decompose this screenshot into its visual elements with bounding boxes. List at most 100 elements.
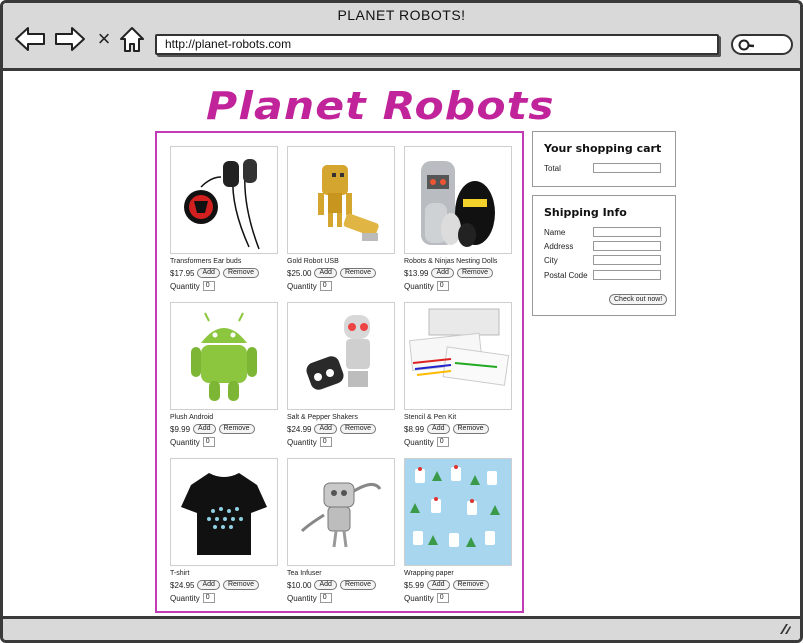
quantity-label: Quantity [404,281,434,291]
remove-button[interactable]: Remove [222,268,260,278]
price-row: $10.00 Add Remove [287,580,395,590]
window-title: PLANET ROBOTS! [337,7,466,23]
remove-button[interactable]: Remove [339,424,377,434]
add-button[interactable]: Add [193,424,216,434]
product-name: T-shirt [170,570,190,577]
remove-button[interactable]: Remove [452,580,489,590]
add-button[interactable]: Add [197,268,220,278]
city-field[interactable] [593,255,661,265]
remove-button[interactable]: Remove [222,580,260,590]
remove-button[interactable]: Remove [339,580,377,590]
address-bar[interactable]: http://planet-robots.com [155,34,719,55]
product-grid: Transformers Ear buds $17.95 Add Remove Quan… [155,131,524,613]
home-button[interactable] [117,25,147,53]
shipping-info-panel: Shipping Info Name Address City Postal C… [532,195,676,316]
add-button[interactable]: Add [427,424,450,434]
add-button[interactable]: Add [431,268,454,278]
site-logo[interactable]: Planet Robots [206,84,555,128]
status-bar [3,616,800,640]
quantity-field[interactable]: 0 [319,437,332,447]
stop-button[interactable]: × [93,25,115,53]
product-card: Plush Android $9.99 Add Remove Quantity 0 [170,302,278,447]
product-image[interactable] [287,458,395,566]
product-card: Tea Infuser $10.00 Add Remove Quantity 0 [287,458,395,603]
quantity-row: Quantity 0 [287,437,395,447]
product-name: Salt & Pepper Shakers [287,414,358,421]
product-image[interactable] [287,302,395,410]
quantity-field[interactable]: 0 [202,593,215,603]
product-thumbnail-art [405,459,511,565]
quantity-field[interactable]: 0 [319,593,332,603]
quantity-row: Quantity 0 [404,437,512,447]
product-thumbnail-art [184,159,260,250]
search-icon [738,39,755,51]
checkout-button[interactable]: Check out now! [609,294,668,305]
quantity-label: Quantity [170,281,200,291]
add-button[interactable]: Add [427,580,450,590]
remove-button[interactable]: Remove [456,268,494,278]
product-name: Stencil & Pen Kit [404,414,457,421]
quantity-row: Quantity 0 [404,593,512,603]
postal-code-field[interactable] [593,270,661,280]
postal-code-label: Postal Code [544,271,588,280]
product-price: $24.95 [170,580,195,590]
quantity-row: Quantity 0 [170,437,278,447]
quantity-field[interactable]: 0 [436,437,449,447]
remove-button[interactable]: Remove [339,268,377,278]
remove-button[interactable]: Remove [452,424,489,434]
quantity-field[interactable]: 0 [319,281,332,291]
product-thumbnail-art [191,312,257,401]
price-row: $8.99 Add Remove [404,424,512,434]
price-row: $13.99 Add Remove [404,268,512,278]
product-card: T-shirt $24.95 Add Remove Quantity 0 [170,458,278,603]
name-field[interactable] [593,227,661,237]
add-button[interactable]: Add [314,424,337,434]
quantity-field[interactable]: 0 [436,281,449,291]
address-label: Address [544,242,574,251]
add-button[interactable]: Add [197,580,220,590]
price-row: $9.99 Add Remove [170,424,278,434]
search-field[interactable] [731,34,793,55]
price-row: $24.95 Add Remove [170,580,278,590]
product-price: $8.99 [404,424,425,434]
quantity-label: Quantity [170,437,200,447]
cart-title: Your shopping cart [544,142,662,155]
product-card: Gold Robot USB $25.00 Add Remove Quantity 0 [287,146,395,291]
product-image[interactable] [287,146,395,254]
product-image[interactable] [170,302,278,410]
product-image[interactable] [404,302,512,410]
product-image[interactable] [170,146,278,254]
product-thumbnail-art [306,315,370,390]
price-row: $17.95 Add Remove [170,268,278,278]
url-text: http://planet-robots.com [165,37,292,51]
cart-total-field [593,163,661,173]
product-card: Transformers Ear buds $17.95 Add Remove Quan… [170,146,278,291]
product-card: Salt & Pepper Shakers $24.99 Add Remove Quan… [287,302,395,447]
product-image[interactable] [170,458,278,566]
forward-arrow-icon [55,27,85,51]
product-price: $5.99 [404,580,425,590]
product-name: Transformers Ear buds [170,258,242,265]
forward-button[interactable] [53,25,87,53]
product-name: Gold Robot USB [287,258,339,265]
product-name: Tea Infuser [287,570,322,577]
address-field[interactable] [593,241,661,251]
resize-grip-icon [780,624,791,634]
shopping-cart-panel: Your shopping cart Total [532,131,676,187]
product-price: $9.99 [170,424,191,434]
quantity-row: Quantity 0 [170,281,278,291]
quantity-field[interactable]: 0 [436,593,449,603]
browser-window: PLANET ROBOTS! × http://planet-robots.co… [0,0,803,643]
product-image[interactable] [404,458,512,566]
quantity-field[interactable]: 0 [202,437,215,447]
price-row: $24.99 Add Remove [287,424,395,434]
shipping-title: Shipping Info [544,206,627,219]
product-card: Wrapping paper $5.99 Add Remove Quantity 0 [404,458,512,603]
back-button[interactable] [13,25,47,53]
remove-button[interactable]: Remove [218,424,255,434]
quantity-field[interactable]: 0 [202,281,215,291]
add-button[interactable]: Add [314,580,337,590]
product-thumbnail-art [408,308,510,386]
add-button[interactable]: Add [314,268,337,278]
product-image[interactable] [404,146,512,254]
